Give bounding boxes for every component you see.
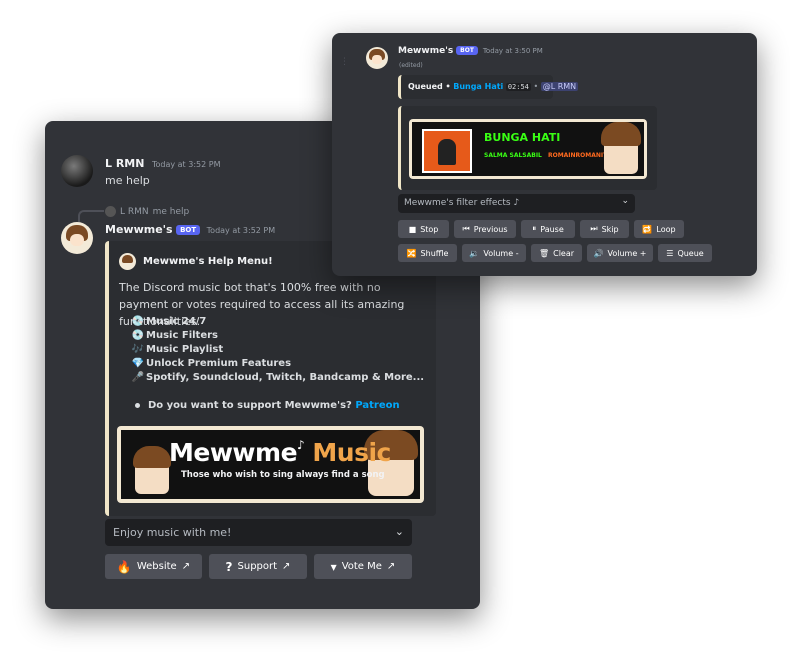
mewwme-music-banner[interactable]: Mewwme♪ Music Those who wish to sing alw… bbox=[117, 426, 424, 503]
chevron-down-icon: ⌄ bbox=[621, 196, 629, 206]
queue-icon: ☰ bbox=[666, 248, 674, 258]
user-timestamp: Today at 3:52 PM bbox=[151, 160, 221, 169]
queued-label: Queued • bbox=[408, 82, 451, 91]
player-window: ⋮ Mewwme's BOT Today at 3:50 PM (edited)… bbox=[332, 33, 757, 276]
feature-item: 🎶 Music Playlist bbox=[131, 344, 224, 355]
queue-button[interactable]: ☰ Queue bbox=[658, 244, 712, 262]
vote-icon: ▾ bbox=[330, 559, 337, 574]
playlist-icon: 🎶 bbox=[131, 344, 145, 355]
volume-up-label: Volume + bbox=[607, 248, 647, 258]
support-line: Do you want to support Mewwme's? Patreon bbox=[135, 400, 400, 411]
select-placeholder: Mewwme's filter effects ♪ bbox=[404, 198, 520, 208]
bot-timestamp: Today at 3:52 PM bbox=[206, 226, 276, 235]
album-art bbox=[422, 129, 472, 173]
pause-label: Pause bbox=[540, 224, 564, 234]
music-select-menu[interactable]: Enjoy music with me! ⌄ bbox=[105, 519, 412, 546]
feature-item: 🎤 Spotify, Soundcloud, Twitch, Bandcamp &… bbox=[131, 372, 425, 383]
previous-icon: ⏮ bbox=[462, 224, 470, 233]
bot-tag: BOT bbox=[456, 46, 478, 55]
volume-up-button[interactable]: 🔊 Volume + bbox=[587, 244, 653, 262]
previous-label: Previous bbox=[473, 224, 508, 234]
now-playing-embed: BUNGA HATI SALMA SALSABIL ROMAINROMANIYY… bbox=[398, 106, 657, 190]
shuffle-button[interactable]: 🔀 Shuffle bbox=[398, 244, 457, 262]
drag-handle: ⋮ bbox=[340, 57, 349, 67]
clear-button[interactable]: 🗑 Clear bbox=[531, 244, 582, 262]
banner-title: Mewwme♪ Music bbox=[169, 438, 391, 467]
feature-item: 💿 Music Filters bbox=[131, 330, 218, 341]
record-icon: 💿 bbox=[131, 330, 145, 341]
previous-button[interactable]: ⏮ Previous bbox=[454, 220, 516, 238]
user-mention[interactable]: @L RMN bbox=[540, 82, 579, 91]
volume-up-icon: 🔊 bbox=[593, 248, 604, 258]
song-title: BUNGA HATI bbox=[484, 131, 561, 144]
bot-name[interactable]: Mewwme's bbox=[398, 46, 453, 56]
website-icon: 🔥 bbox=[116, 559, 132, 574]
reply-content: me help bbox=[152, 206, 190, 217]
loop-label: Loop bbox=[656, 224, 676, 234]
question-icon: ? bbox=[225, 559, 233, 574]
reply-avatar bbox=[105, 206, 116, 217]
gem-icon: 💎 bbox=[131, 358, 145, 369]
support-label: Support bbox=[237, 561, 278, 572]
user-avatar[interactable] bbox=[61, 155, 93, 187]
microphone-icon: 🎤 bbox=[131, 372, 145, 383]
vote-me-label: Vote Me bbox=[341, 561, 382, 572]
select-placeholder: Enjoy music with me! bbox=[113, 526, 232, 539]
song-artist-line: SALMA SALSABIL ROMAINROMANIYYA bbox=[484, 152, 616, 159]
skip-icon: ⏭ bbox=[590, 224, 598, 233]
user-message-text: me help bbox=[105, 174, 150, 187]
bot-avatar[interactable] bbox=[61, 222, 93, 254]
stop-label: Stop bbox=[420, 224, 439, 234]
trash-icon: 🗑 bbox=[538, 248, 550, 258]
loop-button[interactable]: 🔁 Loop bbox=[634, 220, 684, 238]
cd-icon: 💿 bbox=[131, 316, 145, 327]
clear-label: Clear bbox=[553, 248, 575, 258]
volume-down-button[interactable]: 🔉 Volume - bbox=[462, 244, 526, 262]
queued-song-link[interactable]: Bunga Hati bbox=[453, 82, 503, 91]
user-name[interactable]: L RMN bbox=[105, 157, 144, 170]
loop-icon: 🔁 bbox=[642, 224, 653, 234]
shuffle-label: Shuffle bbox=[420, 248, 449, 258]
website-button[interactable]: 🔥 Website ↗ bbox=[105, 554, 202, 579]
pause-icon: ⏸ bbox=[532, 224, 537, 233]
stop-icon: ■ bbox=[408, 224, 417, 234]
filter-effects-select[interactable]: Mewwme's filter effects ♪ ⌄ bbox=[398, 194, 635, 213]
pause-button[interactable]: ⏸ Pause bbox=[521, 220, 575, 238]
external-link-icon: ↗ bbox=[386, 561, 396, 572]
skip-label: Skip bbox=[601, 224, 619, 234]
queued-embed: Queued • Bunga Hati 02:54 • @L RMN bbox=[398, 75, 579, 99]
bot-name[interactable]: Mewwme's bbox=[105, 223, 173, 236]
vote-me-button[interactable]: ▾ Vote Me ↗ bbox=[314, 554, 412, 579]
edited-label: (edited) bbox=[399, 62, 423, 69]
chevron-down-icon: ⌄ bbox=[394, 525, 404, 538]
shuffle-icon: 🔀 bbox=[406, 248, 417, 258]
bullet-icon bbox=[135, 402, 140, 408]
feature-item: 💎 Unlock Premium Features bbox=[131, 358, 292, 369]
queue-label: Queue bbox=[677, 248, 704, 258]
feature-item: 💿 Music 24/7 bbox=[131, 316, 207, 327]
stop-button[interactable]: ■ Stop bbox=[398, 220, 449, 238]
embed-author-icon bbox=[119, 253, 136, 270]
patreon-link[interactable]: Patreon bbox=[355, 400, 399, 411]
bot-tag: BOT bbox=[176, 225, 201, 235]
banner-subtitle: Those who wish to sing always find a son… bbox=[181, 470, 385, 480]
queued-separator: • bbox=[533, 82, 539, 91]
support-button[interactable]: ? Support ↗ bbox=[209, 554, 307, 579]
now-playing-card[interactable]: BUNGA HATI SALMA SALSABIL ROMAINROMANIYY… bbox=[409, 119, 647, 179]
reply-connector bbox=[78, 210, 104, 222]
reply-author: L RMN bbox=[120, 206, 149, 217]
external-link-icon: ↗ bbox=[282, 561, 291, 572]
bot-avatar[interactable] bbox=[366, 47, 388, 69]
volume-down-label: Volume - bbox=[483, 248, 519, 258]
bot-timestamp: Today at 3:50 PM bbox=[482, 47, 543, 55]
website-label: Website bbox=[136, 561, 177, 572]
queued-duration: 02:54 bbox=[505, 83, 531, 91]
banner-girl-left bbox=[133, 446, 171, 494]
reply-reference[interactable]: L RMN me help bbox=[105, 206, 189, 217]
embed-title: Mewwme's Help Menu! bbox=[143, 256, 273, 267]
external-link-icon: ↗ bbox=[181, 561, 191, 572]
skip-button[interactable]: ⏭ Skip bbox=[580, 220, 629, 238]
card-character bbox=[601, 122, 641, 174]
volume-down-icon: 🔉 bbox=[469, 248, 480, 258]
